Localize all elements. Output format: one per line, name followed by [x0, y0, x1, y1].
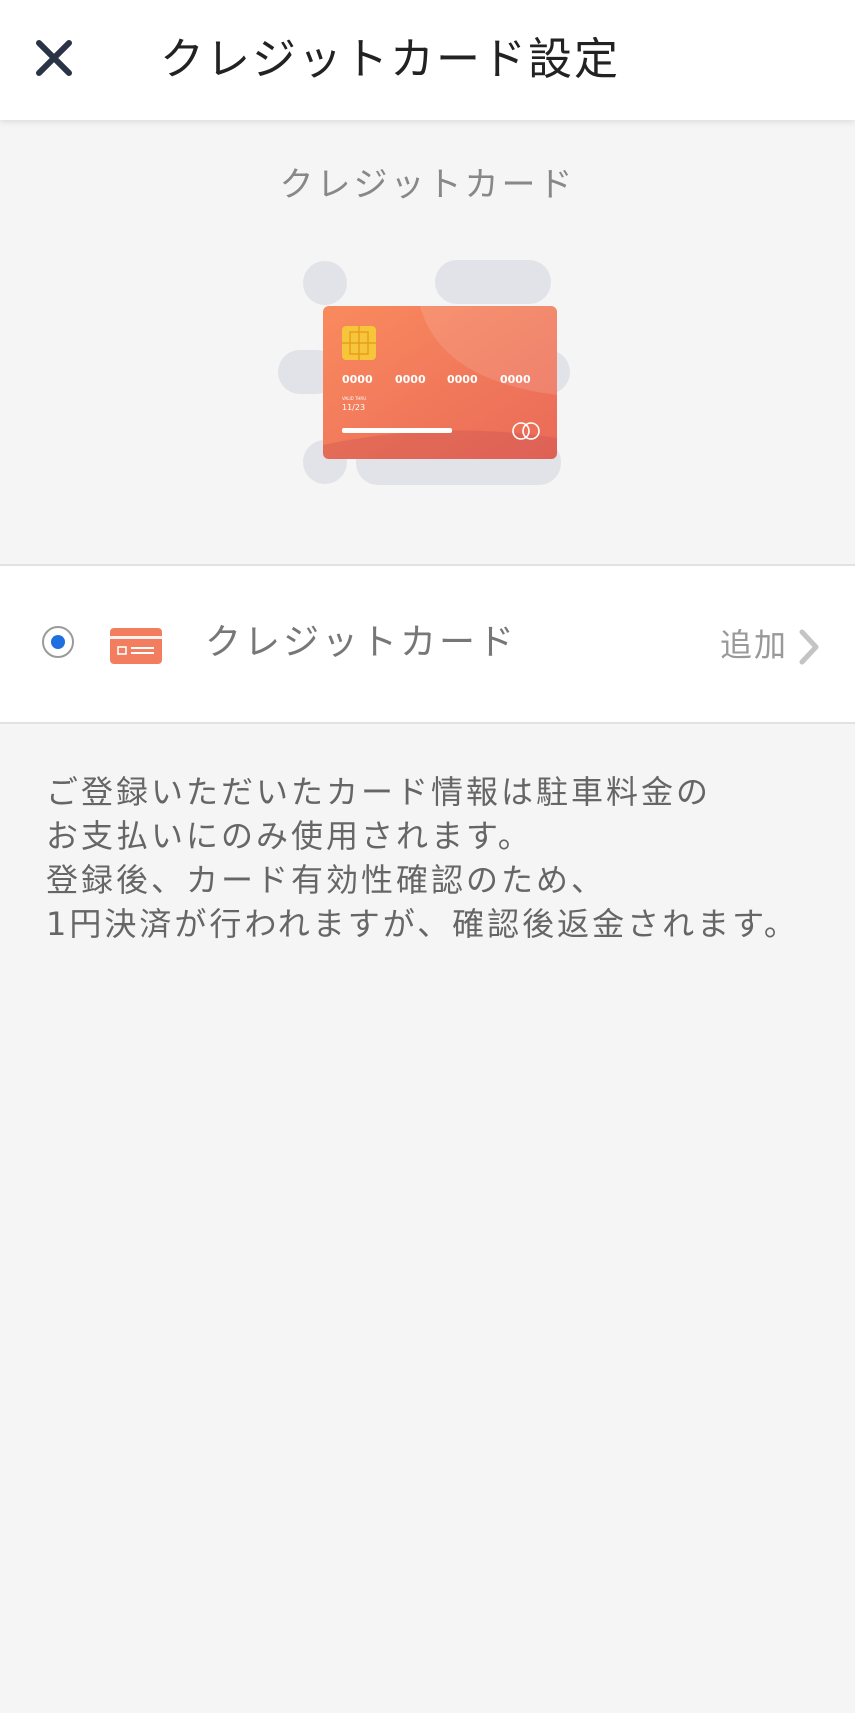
- close-button[interactable]: [28, 32, 80, 84]
- credit-card-illustration: 0000 0000 0000 0000 VALID THRU 11/23: [270, 250, 590, 500]
- close-icon: [36, 40, 72, 76]
- card-valid-thru-label: VALID THRU: [342, 396, 366, 401]
- notice-line: ご登録いただいたカード情報は駐車料金の: [46, 773, 712, 811]
- card-graphic: 0000 0000 0000 0000 VALID THRU 11/23: [323, 306, 557, 459]
- chevron-right-icon: [799, 629, 819, 665]
- app-header: クレジットカード設定: [0, 0, 855, 120]
- notice-line: お支払いにのみ使用されます。: [46, 817, 533, 855]
- payment-method-row[interactable]: クレジットカード 追加: [0, 564, 855, 724]
- card-expiry: 11/23: [342, 403, 365, 412]
- notice-line: 登録後、カード有効性確認のため、: [46, 861, 607, 899]
- add-card-link[interactable]: 追加: [720, 622, 788, 668]
- credit-card-icon: [110, 628, 162, 664]
- payment-method-label: クレジットカード: [205, 622, 518, 663]
- notice-line: 1円決済が行われますが、確認後返金されます。: [46, 905, 799, 943]
- card-number-group: 0000: [342, 373, 373, 386]
- page-title: クレジットカード設定: [160, 34, 620, 85]
- payment-method-radio[interactable]: [42, 626, 74, 658]
- card-number-group: 0000: [500, 373, 531, 386]
- card-number-group: 0000: [395, 373, 426, 386]
- card-number-group: 0000: [447, 373, 478, 386]
- hero-label: クレジットカード: [279, 165, 576, 205]
- radio-selected-dot: [51, 635, 65, 649]
- notice-text: ご登録いただいたカード情報は駐車料金の お支払いにのみ使用されます。 登録後、カ…: [46, 770, 826, 946]
